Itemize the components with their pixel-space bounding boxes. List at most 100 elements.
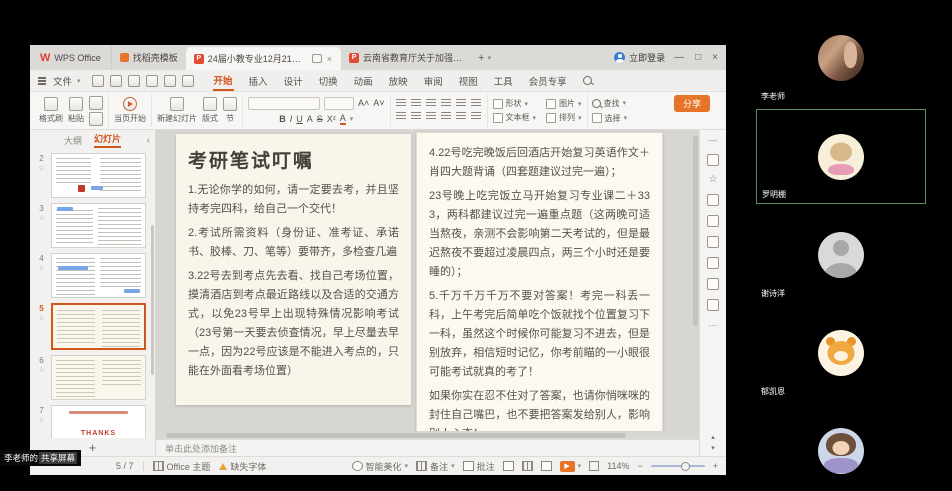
paste-button[interactable]: 粘贴: [68, 97, 84, 124]
justify-icon[interactable]: [441, 112, 451, 120]
bold-button[interactable]: B: [279, 114, 286, 124]
theme-indicator[interactable]: Office 主题: [153, 460, 211, 473]
font-color-button[interactable]: A: [340, 113, 346, 125]
increase-font-icon[interactable]: A˄: [358, 98, 369, 108]
indent-increase-icon[interactable]: [441, 99, 451, 107]
smart-beautify-button[interactable]: 智能美化 ▾: [352, 460, 409, 473]
slide-canvas[interactable]: 考研笔试叮嘱 1.无论你学的如何，请一定要去考，并且坚持考完四科，给自己一个交代…: [156, 130, 699, 431]
help-icon[interactable]: [707, 278, 719, 290]
preview-icon[interactable]: [146, 75, 158, 87]
vertical-scrollbar[interactable]: [693, 136, 698, 326]
textbox-button[interactable]: 文本框 ▾: [493, 112, 537, 123]
decrease-font-icon[interactable]: A˅: [373, 98, 384, 108]
star-icon[interactable]: ☆: [38, 366, 44, 374]
zoom-slider-knob[interactable]: [681, 462, 690, 471]
star-icon[interactable]: ☆: [38, 416, 44, 424]
strikethrough-button[interactable]: S: [317, 114, 323, 124]
shapes-button[interactable]: 形状 ▾: [493, 98, 537, 109]
missing-font-warning[interactable]: 缺失字体: [219, 460, 266, 473]
find-button[interactable]: 查找 ▾: [592, 98, 628, 109]
image-tool-icon[interactable]: [707, 215, 719, 227]
slide-thumbnail-7[interactable]: THANKS: [51, 405, 146, 438]
login-button[interactable]: 立即登录: [614, 51, 665, 64]
next-slide-icon[interactable]: ▾: [711, 444, 715, 452]
notes-bar[interactable]: 单击此处添加备注: [156, 439, 699, 456]
participant-tile-1[interactable]: 李老师: [756, 10, 926, 105]
font-size-select[interactable]: [324, 97, 354, 110]
file-menu[interactable]: 文件: [53, 74, 72, 88]
tab-review[interactable]: 审阅: [423, 72, 444, 90]
comments-button[interactable]: 批注: [463, 460, 495, 473]
tab-slideshow[interactable]: 放映: [388, 72, 409, 90]
print-icon[interactable]: [128, 75, 140, 87]
scrollbar-thumb[interactable]: [166, 433, 626, 438]
star-icon[interactable]: ☆: [38, 314, 44, 322]
italic-button[interactable]: I: [290, 114, 293, 124]
select-button[interactable]: 选择 ▾: [592, 113, 628, 124]
previous-slide-icon[interactable]: ▴: [711, 433, 715, 441]
underline-button[interactable]: U: [296, 114, 303, 124]
play-slideshow-button[interactable]: ▶ ▾: [560, 461, 582, 472]
tab-transition[interactable]: 切换: [318, 72, 339, 90]
font-family-select[interactable]: [248, 97, 320, 110]
wps-home-tab[interactable]: W WPS Office: [30, 45, 112, 70]
tab-view[interactable]: 视图: [458, 72, 479, 90]
play-from-current-button[interactable]: 当页开始: [114, 97, 146, 124]
slide-right-text-box[interactable]: 4.22号吃完晚饭后回酒店开始复习英语作文＋肖四大题背诵（四套题建议过完一遍）；…: [416, 132, 663, 431]
output-icon[interactable]: [110, 75, 122, 87]
line-spacing-icon[interactable]: [456, 99, 466, 107]
participant-tile-5[interactable]: [756, 403, 926, 491]
fullscreen-icon[interactable]: [589, 461, 599, 471]
close-tab-icon[interactable]: ×: [326, 54, 333, 64]
align-center-icon[interactable]: [411, 112, 421, 120]
columns-icon[interactable]: [456, 112, 466, 120]
docer-template-tab[interactable]: 找稻壳模板: [112, 45, 186, 70]
tab-insert[interactable]: 插入: [248, 72, 269, 90]
section-button[interactable]: 节: [223, 97, 237, 124]
zoom-out-button[interactable]: −: [637, 461, 642, 471]
zoom-in-button[interactable]: +: [713, 461, 718, 471]
slide-thumbnail-2[interactable]: [51, 153, 146, 198]
tab-design[interactable]: 设计: [283, 72, 304, 90]
text-direction-icon[interactable]: [471, 99, 481, 107]
star-icon[interactable]: ☆: [709, 175, 718, 185]
slide-thumbnail-4[interactable]: [51, 253, 146, 298]
numbering-icon[interactable]: [411, 99, 421, 107]
slide-left-text-box[interactable]: 考研笔试叮嘱 1.无论你学的如何，请一定要去考，并且坚持考完四科，给自己一个交代…: [176, 134, 411, 405]
tab-outline[interactable]: 大纲: [64, 134, 82, 147]
book-icon[interactable]: [707, 257, 719, 269]
undo-icon[interactable]: [164, 75, 176, 87]
participant-tile-4[interactable]: 郁凯恩: [756, 305, 926, 400]
collapse-panel-icon[interactable]: ‹: [147, 135, 150, 146]
properties-icon[interactable]: [707, 154, 719, 166]
document-tab-2[interactable]: P 云南省教育厅关于加强2024年硕士研...: [341, 45, 471, 70]
cut-icon[interactable]: [89, 96, 103, 110]
tab-home[interactable]: 开始: [213, 71, 234, 91]
tab-member[interactable]: 会员专享: [528, 72, 568, 90]
notes-button[interactable]: 备注 ▾: [416, 460, 455, 473]
layout-button[interactable]: 版式: [202, 97, 218, 124]
tab-tools[interactable]: 工具: [493, 72, 514, 90]
copy-icon[interactable]: [89, 112, 103, 126]
slide-thumbnail-6[interactable]: [51, 355, 146, 400]
zoom-slider[interactable]: [651, 465, 705, 467]
bullets-icon[interactable]: [396, 99, 406, 107]
format-painter-button[interactable]: 格式刷: [39, 97, 63, 124]
close-button[interactable]: ×: [712, 52, 718, 63]
participant-tile-3[interactable]: 谢诗洋: [756, 207, 926, 302]
minimize-button[interactable]: —: [674, 52, 684, 63]
restore-button[interactable]: □: [695, 52, 701, 63]
search-icon[interactable]: [583, 76, 592, 85]
more-icon[interactable]: ···: [709, 320, 718, 330]
star-icon[interactable]: ☆: [38, 264, 44, 272]
indent-decrease-icon[interactable]: [426, 99, 436, 107]
slides-icon[interactable]: [707, 194, 719, 206]
align-right-icon[interactable]: [426, 112, 436, 120]
tab-animation[interactable]: 动画: [353, 72, 374, 90]
panel-scrollbar[interactable]: [151, 225, 154, 375]
horizontal-scrollbar[interactable]: [156, 431, 699, 439]
redo-icon[interactable]: [182, 75, 194, 87]
tools-icon[interactable]: [707, 236, 719, 248]
star-icon[interactable]: ☆: [38, 214, 44, 222]
align-left-icon[interactable]: [396, 112, 406, 120]
